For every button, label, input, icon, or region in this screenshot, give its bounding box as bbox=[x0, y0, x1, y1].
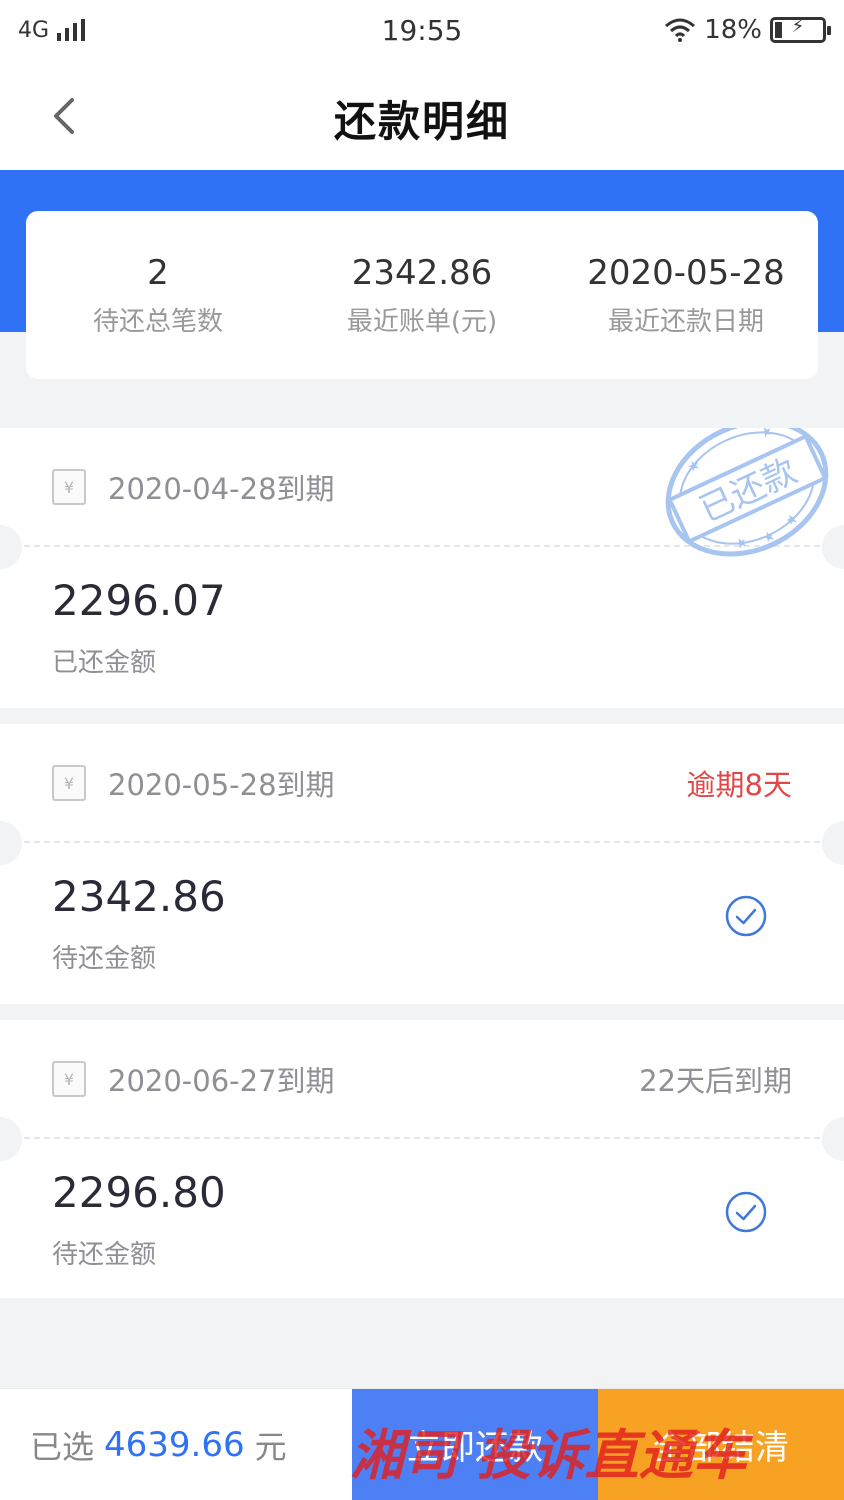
notch-right bbox=[822, 821, 844, 865]
bill-due-date: 2020-06-27到期 bbox=[108, 1064, 335, 1098]
recent-date-value: 2020-05-28 bbox=[587, 252, 785, 293]
notch-left bbox=[0, 525, 22, 569]
bill-header: ¥ 2020-05-28到期 逾期8天 bbox=[0, 724, 844, 865]
total-count-label: 待还总笔数 bbox=[92, 306, 223, 337]
status-left: 4G bbox=[18, 17, 86, 43]
total-count-value: 2 bbox=[147, 252, 169, 293]
bill-card-overdue[interactable]: ¥ 2020-05-28到期 逾期8天 2342.86 待还金额 bbox=[0, 724, 844, 1004]
notch-left bbox=[0, 821, 22, 865]
status-bar: 4G 19:55 18% ⚡ bbox=[0, 0, 844, 60]
notch-right bbox=[822, 1117, 844, 1161]
bill-amount: 2296.07 bbox=[52, 576, 226, 625]
selected-amount: 4639.66 bbox=[104, 1424, 245, 1465]
recent-date-label: 最近还款日期 bbox=[607, 306, 764, 337]
bill-status-overdue: 逾期8天 bbox=[686, 768, 792, 802]
bill-card-paid: ¥ 2020-04-28到期 已还款 ★ ★ ★ ★ ★ 2296.07 已还金… bbox=[0, 428, 844, 708]
recent-bill-value: 2342.86 bbox=[351, 252, 493, 293]
recent-bill-label: 最近账单(元) bbox=[346, 306, 498, 337]
bill-amount: 2342.86 bbox=[52, 872, 226, 921]
receipt-icon: ¥ bbox=[52, 1061, 86, 1097]
bottom-action-bar: 已选 4639.66 元 立即还款 全部结清 bbox=[0, 1388, 844, 1500]
summary-card: 2 待还总笔数 2342.86 最近账单(元) 2020-05-28 最近还款日… bbox=[26, 211, 818, 379]
selected-unit: 元 bbox=[254, 1427, 287, 1466]
settle-all-button[interactable]: 全部结清 bbox=[598, 1389, 844, 1500]
check-circle-icon[interactable] bbox=[724, 894, 768, 938]
bill-divider bbox=[24, 841, 820, 843]
bill-amount: 2296.80 bbox=[52, 1168, 226, 1217]
receipt-icon: ¥ bbox=[52, 469, 86, 505]
bill-amount-label: 已还金额 bbox=[52, 648, 157, 678]
summary-recent-bill: 2342.86 最近账单(元) bbox=[290, 211, 554, 379]
receipt-icon: ¥ bbox=[52, 765, 86, 801]
bill-due-date: 2020-05-28到期 bbox=[108, 768, 335, 802]
notch-left bbox=[0, 1117, 22, 1161]
battery-icon: ⚡ bbox=[770, 16, 831, 43]
network-type: 4G bbox=[18, 17, 50, 43]
paid-stamp-icon: 已还款 ★ ★ ★ ★ ★ bbox=[652, 428, 832, 563]
bill-due-date: 2020-04-28到期 bbox=[108, 472, 335, 506]
svg-text:★: ★ bbox=[758, 428, 776, 442]
signal-icon bbox=[57, 19, 86, 41]
summary-recent-date: 2020-05-28 最近还款日期 bbox=[554, 211, 818, 379]
nav-bar: 还款明细 bbox=[0, 60, 844, 170]
bill-divider bbox=[24, 1137, 820, 1139]
bill-card-upcoming[interactable]: ¥ 2020-06-27到期 22天后到期 2296.80 待还金额 bbox=[0, 1020, 844, 1298]
battery-percent: 18% bbox=[704, 15, 762, 45]
summary-total-count: 2 待还总笔数 bbox=[26, 211, 290, 379]
selected-total: 已选 4639.66 元 bbox=[0, 1389, 352, 1500]
selected-prefix: 已选 bbox=[30, 1427, 95, 1466]
check-circle-icon[interactable] bbox=[724, 1190, 768, 1234]
page-title: 还款明细 bbox=[333, 97, 510, 146]
status-right: 18% ⚡ bbox=[664, 15, 831, 45]
bill-status-upcoming: 22天后到期 bbox=[639, 1064, 792, 1098]
bill-amount-label: 待还金额 bbox=[52, 944, 157, 974]
bill-header: ¥ 2020-06-27到期 22天后到期 bbox=[0, 1020, 844, 1161]
pay-now-button[interactable]: 立即还款 bbox=[352, 1389, 598, 1500]
wifi-icon bbox=[665, 18, 696, 42]
bill-amount-label: 待还金额 bbox=[52, 1240, 157, 1270]
